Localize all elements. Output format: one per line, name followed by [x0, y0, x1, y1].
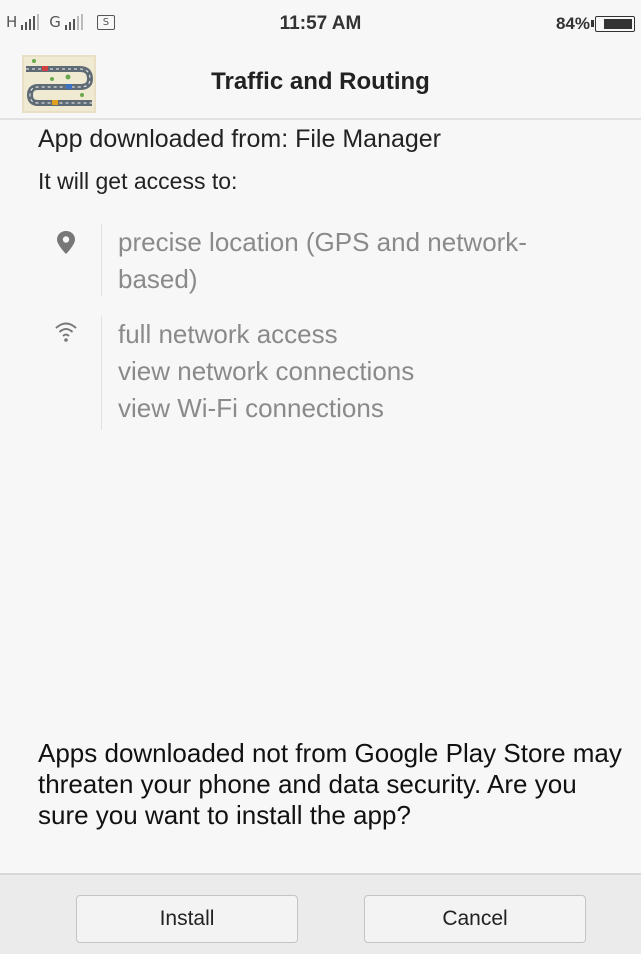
permission-group-network: full network access view network connect… [0, 316, 641, 434]
permission-line: precise location (GPS and network- [118, 227, 527, 257]
cancel-button[interactable]: Cancel [364, 895, 586, 943]
action-button-bar: Install Cancel [0, 873, 641, 954]
battery-percent: 84% [555, 14, 590, 33]
permission-line: full network access [118, 319, 338, 349]
clock: 11:57 AM [279, 13, 362, 34]
app-title-bar: Traffic and Routing [0, 50, 641, 120]
status-bar: H G S 11:57 AM 84% [0, 0, 641, 50]
permission-group-location: precise location (GPS and network- based… [0, 222, 641, 300]
permission-line: based) [118, 264, 198, 294]
permission-divider [101, 224, 102, 296]
permission-divider [101, 316, 102, 430]
install-permissions-screen: H G S 11:57 AM 84% Traffic and Routing A… [0, 0, 641, 954]
app-title: Traffic and Routing [211, 68, 430, 95]
security-warning-text: Apps downloaded not from Google Play Sto… [38, 738, 622, 830]
battery-area: 84% [556, 14, 635, 34]
access-intro-text: It will get access to: [38, 168, 238, 194]
permission-line: view network connections [118, 356, 415, 386]
permission-text-location: precise location (GPS and network- based… [118, 224, 631, 298]
download-source-text: App downloaded from: File Manager [38, 125, 442, 153]
battery-level-fill [604, 19, 632, 29]
wifi-icon [55, 322, 77, 342]
permission-text-network: full network access view network connect… [118, 316, 631, 427]
battery-icon [591, 16, 635, 32]
install-button[interactable]: Install [76, 895, 298, 943]
permission-line: view Wi-Fi connections [118, 393, 384, 423]
location-pin-icon [57, 231, 75, 254]
